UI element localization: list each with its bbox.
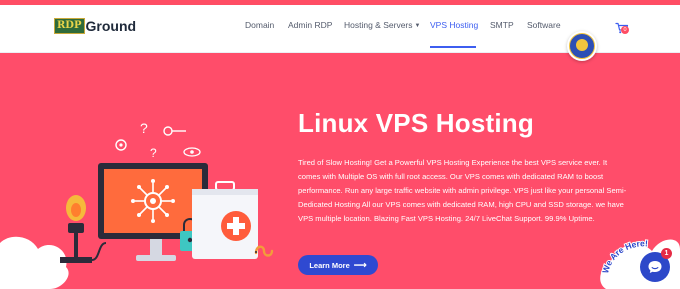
server-illustration: ? ?	[60, 120, 274, 263]
nav-item-smtp[interactable]: SMTP	[490, 20, 514, 30]
hero-description: Tired of Slow Hosting! Get a Powerful VP…	[298, 158, 627, 223]
cart-count-badge: 0	[621, 26, 629, 34]
page-title: Linux VPS Hosting	[298, 108, 534, 138]
chat-bubble-icon	[648, 261, 662, 273]
chat-unread-badge: 1	[661, 248, 672, 259]
nav-item-hosting-servers[interactable]: Hosting & Servers ▼	[344, 20, 420, 30]
arrow-right-icon: ⟶	[353, 259, 367, 270]
nav-item-vps-hosting[interactable]: VPS Hosting	[430, 20, 478, 30]
active-nav-indicator	[430, 46, 476, 48]
svg-text:?: ?	[140, 120, 148, 136]
account-avatar[interactable]	[567, 31, 597, 61]
nav-item-software[interactable]: Software	[527, 20, 561, 30]
chevron-down-icon: ▼	[414, 23, 421, 29]
learn-more-label: Learn More	[309, 260, 350, 270]
hero-section: ? ? Linux VPS Hosting Tired of Slow Host…	[0, 53, 680, 289]
nav-item-domain[interactable]: Domain	[245, 20, 274, 30]
avatar-image	[569, 33, 595, 59]
nav-item-admin-rdp[interactable]: Admin RDP	[288, 20, 332, 30]
nav-item-hosting-servers-label: Hosting & Servers	[344, 20, 413, 30]
svg-text:?: ?	[150, 146, 157, 160]
learn-more-button[interactable]: Learn More ⟶	[298, 255, 378, 275]
